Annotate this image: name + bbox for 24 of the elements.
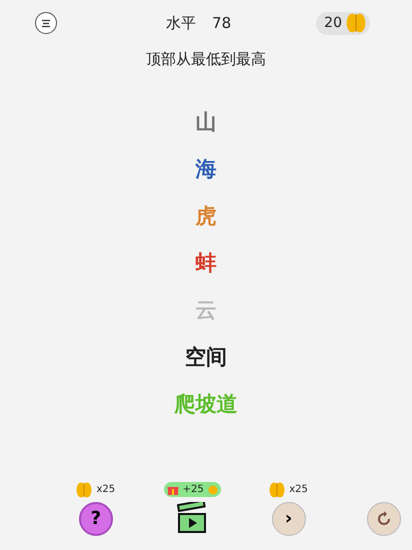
word-item[interactable]: 蚌 [196,248,216,278]
level-number: 78 [212,12,232,34]
restart-icon [376,510,392,526]
menu-icon [41,18,51,28]
word-item[interactable]: 山 [196,106,216,136]
word-item[interactable]: 虎 [196,200,216,230]
clapperboard-icon [177,502,208,534]
brain-icon [269,482,286,498]
round-button[interactable] [367,502,402,536]
coin-count: 20 [324,14,342,32]
cost-label: x25 [289,483,308,497]
brain-icon [76,482,92,498]
coin-icon [208,484,218,494]
menu-button[interactable] [35,12,57,34]
hint-button[interactable]: ? [78,502,113,536]
skip-button[interactable]: › [272,502,306,536]
brain-icon [346,13,366,33]
instruction-text: 顶部从最低到最高 [145,49,267,70]
word-item[interactable]: 海 [196,154,216,184]
level-label: 水平 [166,12,196,34]
word-item[interactable]: 空间 [185,342,227,372]
cost-label: x25 [96,483,116,497]
video-button[interactable] [177,502,208,534]
cost-label: +25 [182,483,204,497]
